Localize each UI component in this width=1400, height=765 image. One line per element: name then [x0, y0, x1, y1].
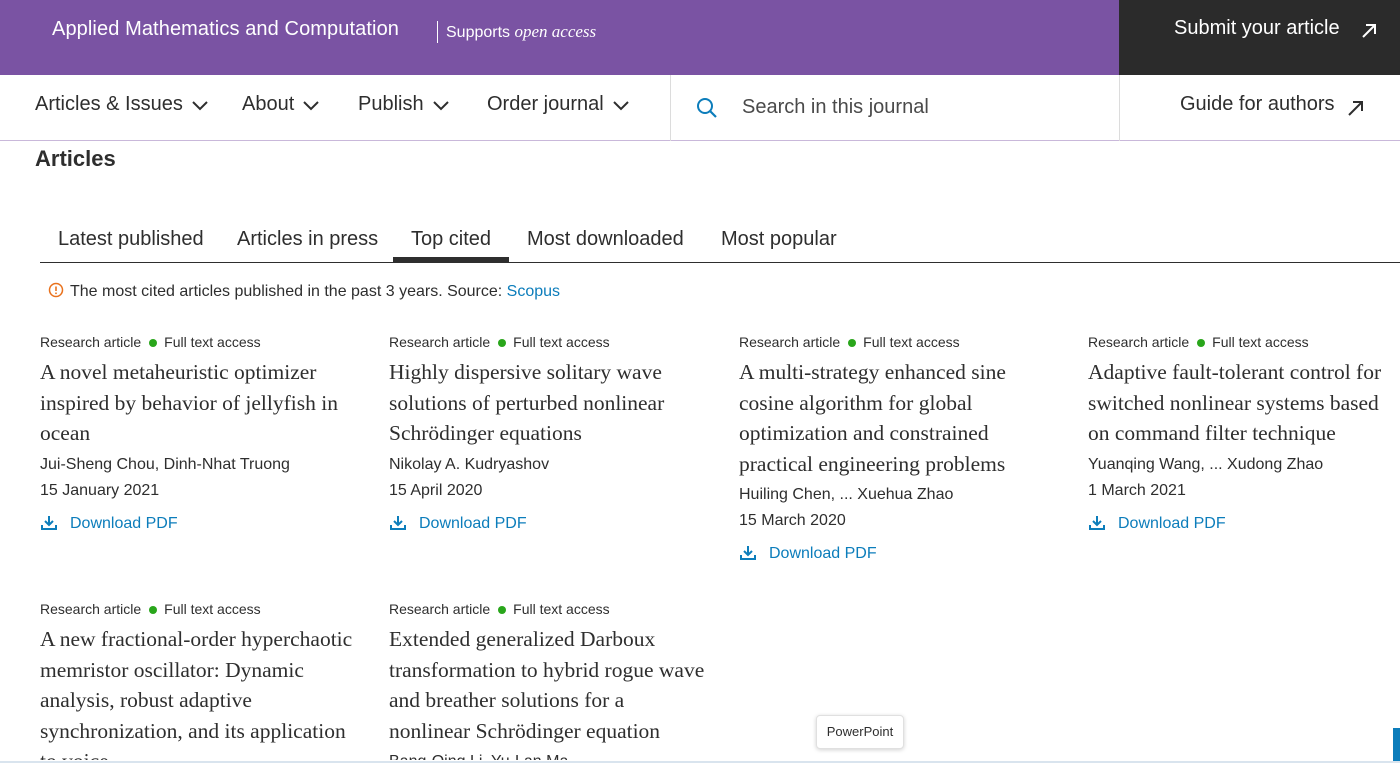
article-authors: Jui-Sheng Chou, Dinh-Nhat Truong: [40, 455, 290, 473]
chevron-down-icon: [192, 101, 208, 111]
article-authors: Bang-Qing Li, Yu-Lan Ma: [389, 749, 729, 760]
access-dot-icon: [498, 605, 507, 614]
article-card: Research article Full text access A new f…: [40, 600, 380, 760]
chevron-down-icon: [613, 101, 629, 111]
journal-nav: Articles & Issues About Publish Order jo…: [0, 75, 1400, 141]
access-dot-icon: [498, 338, 507, 347]
download-pdf-link[interactable]: Download PDF: [1088, 512, 1393, 536]
article-card: Research article Full text access A novel…: [40, 333, 380, 536]
download-icon: [1089, 515, 1105, 530]
external-arrow-icon: [1348, 101, 1363, 116]
article-meta: Research article Full text access: [1088, 333, 1393, 351]
powerpoint-tooltip: PowerPoint: [816, 715, 904, 749]
open-access-italic: open access: [514, 22, 597, 41]
article-type: Research article: [1088, 334, 1190, 350]
submit-article-label: Submit your article: [1174, 17, 1340, 39]
nav-divider: [670, 75, 671, 141]
scopus-link[interactable]: Scopus: [507, 283, 560, 300]
nav-articles-issues[interactable]: Articles & Issues: [35, 93, 209, 116]
article-authors: Yuanqing Wang, ... Xudong Zhao: [1088, 455, 1324, 473]
article-title[interactable]: A multi-strategy enhanced sine cosine al…: [739, 357, 1044, 479]
article-date: 15 April 2020: [389, 481, 483, 499]
access-label: Full text access: [513, 601, 610, 617]
tab-articles-in-press[interactable]: Articles in press: [237, 228, 378, 251]
access-label: Full text access: [513, 334, 610, 350]
article-card: Research article Full text access Extende…: [389, 600, 729, 760]
article-title[interactable]: A novel metaheuristic optimizer inspired…: [40, 357, 350, 449]
article-type: Research article: [739, 334, 841, 350]
top-cited-info: The most cited articles published in the…: [48, 282, 560, 301]
access-dot-icon: [1197, 338, 1206, 347]
search-icon[interactable]: [696, 97, 718, 119]
journal-header: Applied Mathematics and Computation Supp…: [0, 0, 1400, 75]
article-type: Research article: [389, 334, 491, 350]
article-meta: Research article Full text access: [40, 600, 380, 618]
download-pdf-link[interactable]: Download PDF: [40, 512, 380, 536]
tab-most-popular[interactable]: Most popular: [721, 228, 837, 251]
chevron-down-icon: [432, 101, 449, 111]
article-authors: Huiling Chen, ... Xuehua Zhao: [739, 486, 954, 503]
article-meta: Research article Full text access: [389, 600, 729, 618]
access-dot-icon: [149, 338, 158, 347]
download-icon: [740, 546, 756, 560]
active-tab-indicator: [393, 257, 509, 262]
info-icon: [48, 282, 64, 298]
search-input[interactable]: [742, 91, 1102, 123]
nav-order-journal[interactable]: Order journal: [487, 93, 630, 116]
nav-publish[interactable]: Publish: [358, 93, 450, 116]
tab-latest-published[interactable]: Latest published: [58, 228, 204, 251]
nav-divider: [1119, 75, 1120, 141]
article-meta: Research article Full text access: [739, 333, 1079, 351]
nav-label: About: [242, 93, 295, 115]
article-card: Research article Full text access A multi…: [739, 333, 1079, 566]
access-label: Full text access: [863, 334, 960, 350]
scroll-edge-marker[interactable]: [1393, 728, 1400, 761]
article-meta: Research article Full text access: [40, 333, 380, 351]
article-title[interactable]: Adaptive fault-tolerant control for swit…: [1088, 357, 1390, 449]
download-pdf-label: Download PDF: [70, 514, 178, 532]
article-authors: Nikolay A. Kudryashov: [389, 455, 550, 473]
article-title[interactable]: A new fractional-order hyperchaotic memr…: [40, 624, 358, 760]
article-meta: Research article Full text access: [389, 333, 729, 351]
article-date: 15 January 2021: [40, 481, 160, 499]
access-label: Full text access: [164, 334, 261, 350]
download-icon: [390, 515, 406, 530]
download-pdf-label: Download PDF: [1118, 514, 1226, 532]
article-title[interactable]: Extended generalized Darboux transformat…: [389, 624, 707, 746]
download-pdf-link[interactable]: Download PDF: [389, 512, 729, 536]
tab-top-cited[interactable]: Top cited: [411, 228, 491, 251]
article-tabs: Latest published Articles in press Top c…: [40, 222, 1400, 263]
open-access-prefix: Supports: [446, 24, 511, 41]
article-date: 1 March 2021: [1088, 481, 1186, 499]
download-pdf-label: Download PDF: [419, 514, 527, 532]
article-type: Research article: [40, 601, 142, 617]
nav-about[interactable]: About: [242, 93, 320, 116]
open-access-note: Supports open access: [437, 21, 596, 43]
download-pdf-label: Download PDF: [769, 545, 877, 562]
chevron-down-icon: [303, 101, 319, 111]
external-arrow-icon: [1362, 24, 1376, 38]
download-icon: [41, 515, 57, 530]
article-type: Research article: [389, 601, 491, 617]
article-type: Research article: [40, 334, 142, 350]
nav-label: Articles & Issues: [35, 93, 183, 115]
article-date: 15 March 2020: [739, 512, 846, 529]
access-label: Full text access: [1212, 334, 1309, 350]
article-title[interactable]: Highly dispersive solitary wave solution…: [389, 357, 707, 449]
info-text: The most cited articles published in the…: [70, 283, 507, 300]
section-title: Articles: [35, 146, 116, 171]
guide-for-authors-link[interactable]: Guide for authors: [1180, 93, 1335, 116]
access-dot-icon: [149, 605, 158, 614]
download-pdf-link[interactable]: Download PDF: [739, 542, 1079, 566]
nav-label: Order journal: [487, 93, 604, 115]
access-dot-icon: [848, 338, 857, 347]
access-label: Full text access: [164, 601, 261, 617]
nav-label: Publish: [358, 93, 424, 115]
article-card: Research article Full text access Adaptiv…: [1088, 333, 1393, 536]
tab-most-downloaded[interactable]: Most downloaded: [527, 228, 684, 251]
journal-title[interactable]: Applied Mathematics and Computation: [52, 18, 399, 41]
bottom-divider: [0, 761, 1400, 763]
submit-article-button[interactable]: Submit your article: [1119, 0, 1400, 75]
article-card: Research article Full text access Highly …: [389, 333, 729, 536]
